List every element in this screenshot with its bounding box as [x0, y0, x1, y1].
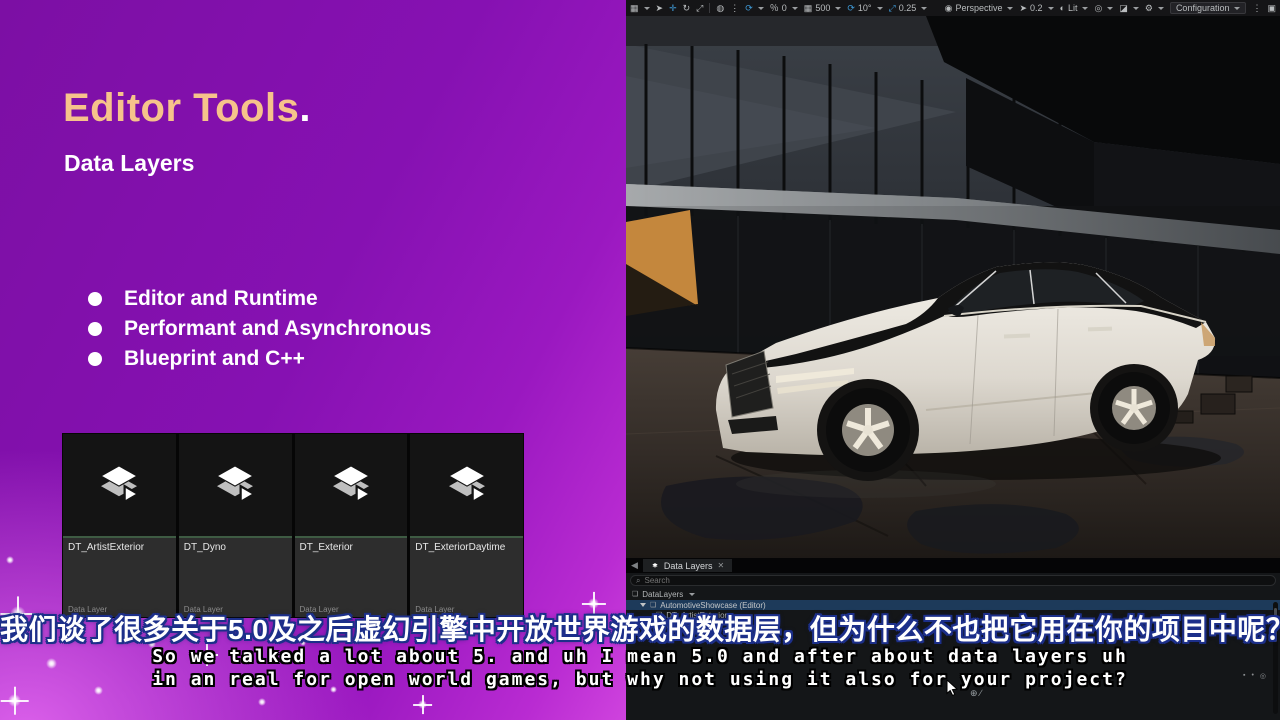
asset-thumbnail — [295, 434, 408, 536]
asset-thumbnail — [63, 434, 176, 536]
expand-arrow-icon[interactable] — [640, 603, 646, 607]
camera-speed-icon: ➤ — [1019, 0, 1027, 16]
grid-snap-button[interactable]: ▦500 — [804, 0, 842, 16]
bullet-text: Blueprint and C++ — [124, 347, 305, 371]
list-item: Performant and Asynchronous — [88, 314, 431, 344]
grid-snap-icon: ▦ — [804, 0, 813, 16]
viewport-3d-scene[interactable] — [626, 16, 1280, 558]
search-icon: ⌕ — [636, 576, 640, 586]
rotation-snap-icon: ⟳ — [745, 0, 753, 16]
select-tool-button[interactable]: ➤ — [656, 0, 664, 16]
asset-thumbnail — [410, 434, 523, 536]
maximize-viewport-icon[interactable]: ▣ — [1267, 0, 1276, 16]
panel-toolbar-label[interactable]: DataLayers — [642, 590, 683, 599]
data-layer-icon — [440, 458, 494, 512]
data-layer-icon — [324, 458, 378, 512]
rotation-mode-button[interactable]: ⟳ — [745, 0, 764, 16]
viewport-toolbar: ▦ ➤ ✛ ↻ ⤢ ◍ ⋮ ⟳ ％0 ▦500 ⟳10° ⤢0.25 ◉Pers… — [626, 0, 1280, 16]
camera-speed-button[interactable]: ➤0.2 — [1019, 0, 1053, 16]
title-period: . — [299, 86, 311, 130]
layers-icon: ❏ — [632, 590, 638, 598]
configuration-dropdown[interactable]: Configuration — [1170, 2, 1247, 14]
video-frame: Editor Tools. Data Layers Editor and Run… — [0, 0, 1280, 720]
perspective-icon: ◉ — [945, 0, 953, 16]
quick-settings-button[interactable]: ◪ — [1119, 0, 1139, 16]
page-title: Editor Tools. — [63, 86, 311, 131]
angle-snap-icon: ⟳ — [847, 0, 855, 16]
kebab-menu-icon[interactable]: ⋮ — [730, 0, 739, 16]
settings-button[interactable]: ⚙ — [1145, 0, 1164, 16]
scale-snap-icon: ⤢ — [889, 0, 896, 16]
asset-tile-dt-artistexterior[interactable]: DT_ArtistExterior Data Layer — [63, 434, 176, 617]
asset-tile-dt-exteriordaytime[interactable]: DT_ExteriorDaytime Data Layer — [410, 434, 523, 617]
content-browser-tiles: DT_ArtistExterior Data Layer DT_Dyno Dat… — [62, 433, 524, 618]
bullet-dot-icon — [88, 292, 102, 306]
toolbar-divider — [709, 3, 710, 13]
scale-tool-button[interactable]: ⤢ — [696, 0, 703, 16]
gear-icon: ⚙ — [1145, 0, 1153, 16]
world-space-button[interactable]: ◍ — [716, 0, 724, 16]
view-mode-dropdown[interactable]: ◐Lit — [1060, 0, 1089, 16]
sparkle-icon — [258, 698, 266, 706]
subtitle-english-line1: So we talked a lot about 5. and uh I mea… — [0, 646, 1280, 667]
surface-snap-icon: ％ — [770, 0, 779, 16]
sparkle-icon — [418, 700, 427, 709]
close-icon[interactable]: ✕ — [717, 561, 724, 570]
title-text: Editor Tools — [63, 86, 299, 130]
perspective-dropdown[interactable]: ◉Perspective — [945, 0, 1014, 16]
sparkle-icon — [8, 694, 21, 707]
asset-name: DT_ExteriorDaytime — [415, 542, 518, 553]
asset-name: DT_Exterior — [300, 542, 403, 553]
asset-tile-dt-exterior[interactable]: DT_Exterior Data Layer — [295, 434, 408, 617]
cursor-hint-icons: ⊕ ∕ — [970, 688, 982, 699]
search-bar[interactable]: ⌕ — [630, 575, 1276, 586]
quick-settings-icon: ◪ — [1119, 0, 1128, 16]
search-input[interactable] — [644, 576, 844, 585]
asset-tile-dt-dyno[interactable]: DT_Dyno Data Layer — [179, 434, 292, 617]
bullet-dot-icon — [88, 352, 102, 366]
bullet-text: Performant and Asynchronous — [124, 317, 431, 341]
view-mode-icon: ◐ — [1060, 0, 1065, 16]
show-flags-button[interactable]: ◎ — [1094, 0, 1113, 16]
subtitle-chinese: 我们谈了很多关于5.0及之后虚幻引擎中开放世界游戏的数据层，但为什么不也把它用在… — [0, 608, 1280, 648]
tab-data-layers[interactable]: Data Layers ✕ — [643, 559, 732, 572]
panel-tab-bar: ◀ Data Layers ✕ — [626, 558, 1280, 573]
bullet-dot-icon — [88, 322, 102, 336]
data-layer-icon — [92, 458, 146, 512]
list-item: Blueprint and C++ — [88, 344, 431, 374]
asset-name: DT_ArtistExterior — [68, 542, 171, 553]
surface-snap-button[interactable]: ％0 — [770, 0, 798, 16]
bullet-text: Editor and Runtime — [124, 287, 318, 311]
scale-snap-button[interactable]: ⤢0.25 — [889, 0, 928, 16]
sparkle-icon — [6, 556, 14, 564]
show-flags-icon: ◎ — [1094, 0, 1102, 16]
dock-back-icon[interactable]: ◀ — [626, 560, 643, 571]
selection-mode-button[interactable]: ▦ — [630, 0, 650, 16]
slide-subtitle: Data Layers — [64, 150, 194, 177]
kebab-menu-icon[interactable]: ⋮ — [1252, 0, 1261, 16]
panel-toolbar: ❏ DataLayers — [626, 588, 1280, 600]
asset-name: DT_Dyno — [184, 542, 287, 553]
data-layer-icon — [651, 562, 659, 570]
subtitle-english-line2: in an real for open world games, but why… — [0, 669, 1280, 690]
list-item: Editor and Runtime — [88, 284, 431, 314]
move-tool-button[interactable]: ✛ — [669, 0, 677, 16]
data-layer-icon — [208, 458, 262, 512]
asset-thumbnail — [179, 434, 292, 536]
mouse-cursor-icon — [946, 680, 960, 696]
selection-mode-icon: ▦ — [630, 0, 639, 16]
rotation-snap-value-button[interactable]: ⟳10° — [847, 0, 882, 16]
rotate-tool-button[interactable]: ↻ — [683, 0, 691, 16]
bullet-list: Editor and Runtime Performant and Asynch… — [88, 284, 431, 374]
